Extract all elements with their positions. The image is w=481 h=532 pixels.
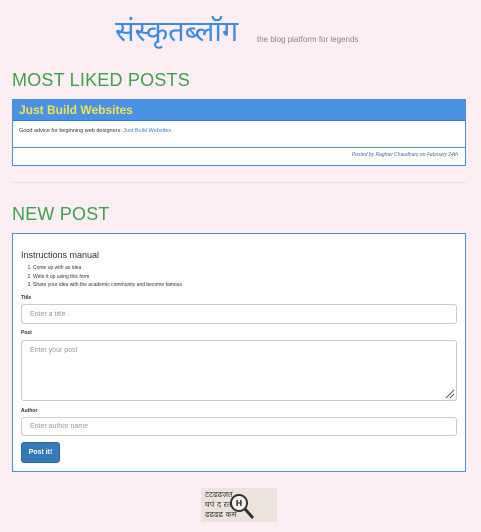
site-header: संस्कृतब्लॉग the blog platform for legen… [0, 12, 481, 52]
post-textarea[interactable] [21, 340, 457, 401]
post-title[interactable]: Just Build Websites [13, 100, 465, 121]
most-liked-heading: MOST LIKED POSTS [12, 70, 190, 90]
post-it-button[interactable]: Post it! [21, 442, 60, 463]
liked-post-panel: Just Build Websites Good advice for begi… [12, 99, 466, 166]
site-tagline: the blog platform for legends [257, 35, 359, 44]
author-input[interactable] [21, 417, 457, 436]
logo-mark: H [236, 499, 243, 508]
logo-glyph-row: घपं द ऱत [205, 500, 232, 509]
title-input[interactable] [21, 304, 457, 324]
logo-glyph-row: टटढढज़त [205, 490, 233, 499]
title-label: Title [21, 295, 32, 301]
post-body: Good advice for beginning web designers:… [13, 121, 465, 148]
instructions-list: Come up with an idea Write it up using t… [21, 264, 182, 290]
instruction-item: Write it up using this form [33, 273, 182, 282]
new-post-form: Instructions manual Come up with an idea… [12, 233, 466, 472]
site-logo[interactable]: संस्कृतब्लॉग [115, 12, 238, 50]
post-body-text: Good advice for beginning web designers: [19, 128, 124, 134]
post-body-link[interactable]: Just Build Websites [123, 128, 171, 134]
resize-handle-icon[interactable] [445, 389, 455, 399]
post-footer: Posted by Raghav Chaudhary on February 2… [351, 152, 458, 158]
footer-logo[interactable]: टटढढज़त घपं द ऱत ढढढढ कम H [201, 488, 277, 522]
instruction-item: Come up with an idea [33, 264, 182, 273]
post-label: Post [21, 330, 32, 336]
instructions-title: Instructions manual [21, 250, 100, 260]
author-label: Author [21, 408, 38, 414]
logo-glyph-row: ढढढढ कम [205, 510, 237, 519]
section-divider [12, 182, 466, 183]
new-post-heading: NEW POST [12, 204, 110, 224]
instruction-item: Share your idea with the academic commun… [33, 281, 182, 290]
